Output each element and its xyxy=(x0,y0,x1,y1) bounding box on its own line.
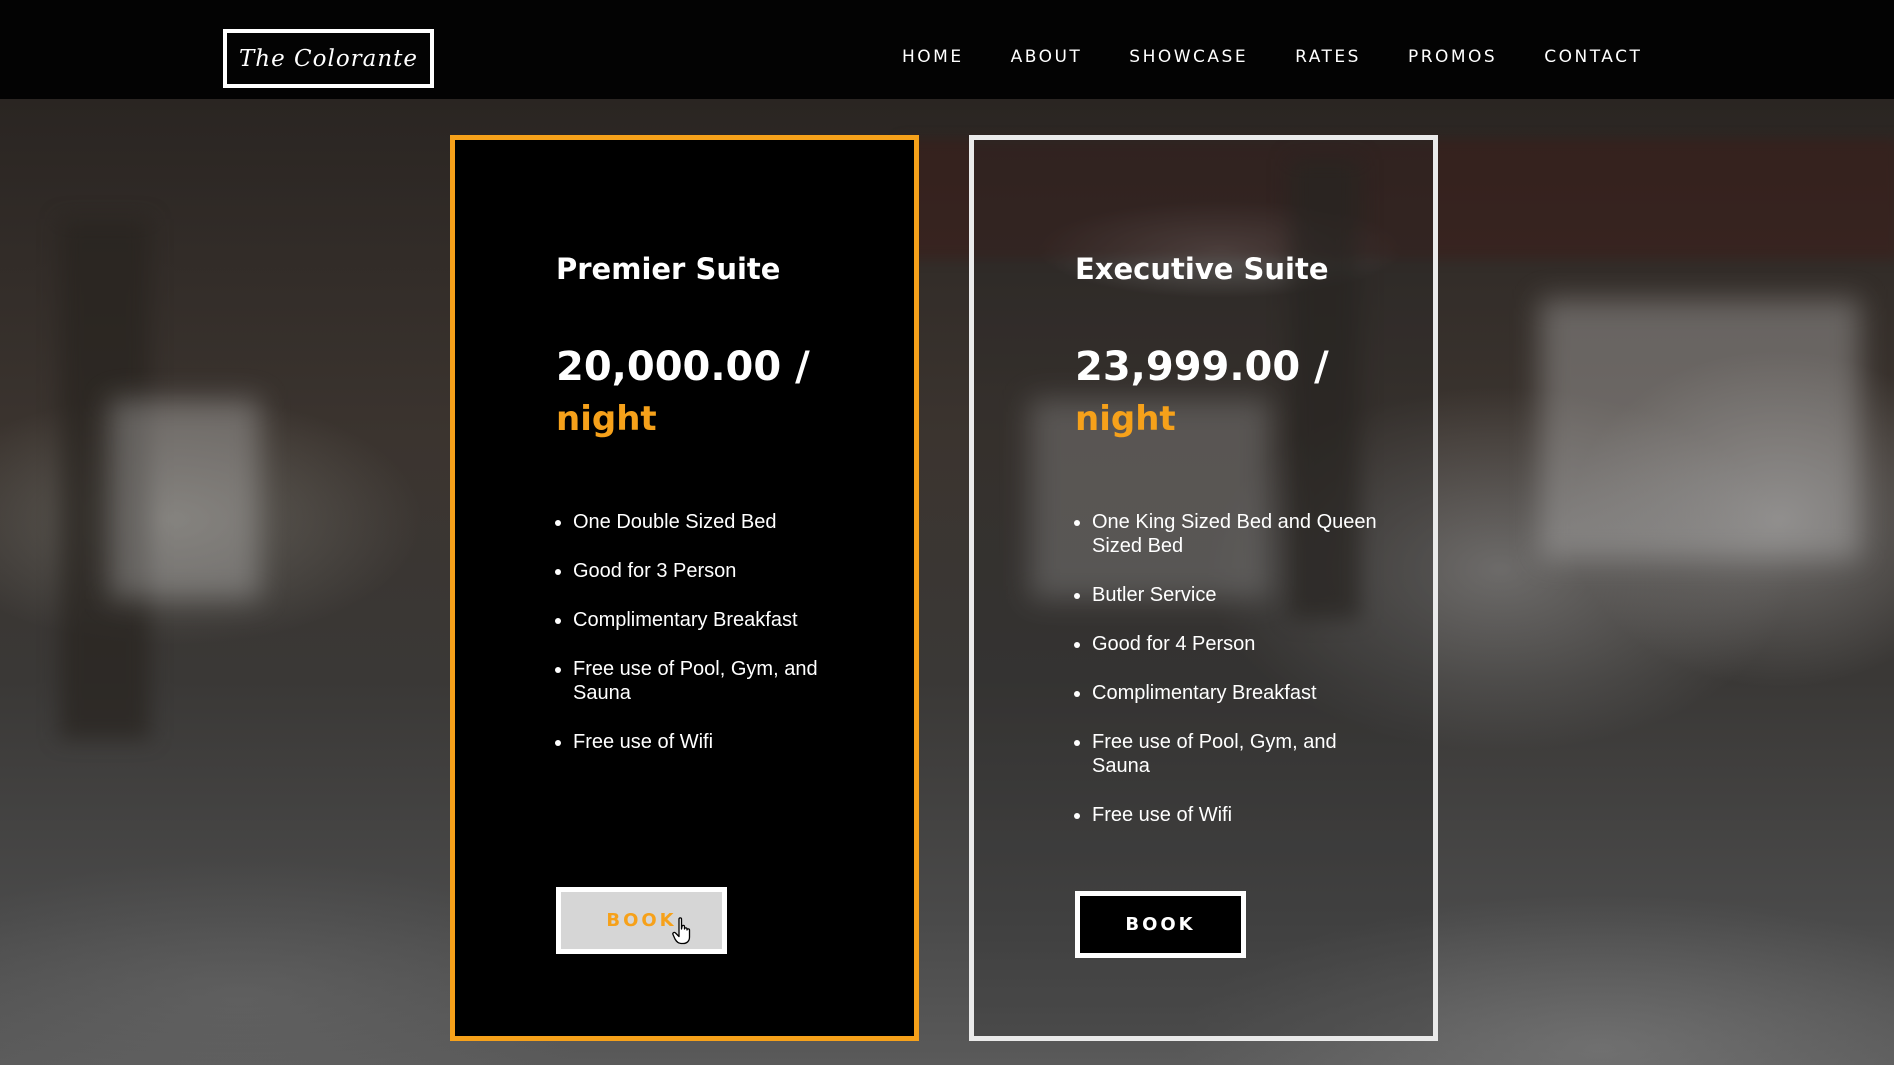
nav-about[interactable]: ABOUT xyxy=(1011,47,1083,67)
nav-promos[interactable]: PROMOS xyxy=(1408,47,1497,67)
card-title: Executive Suite xyxy=(1075,252,1329,286)
nav-contact[interactable]: CONTACT xyxy=(1544,47,1642,67)
price-amount: 23,999.00 / xyxy=(1075,344,1329,390)
price-amount: 20,000.00 / xyxy=(556,344,810,390)
main-nav: HOME ABOUT SHOWCASE RATES PROMOS CONTACT xyxy=(902,47,1642,67)
feature-list: One King Sized Bed and Queen Sized Bed B… xyxy=(1075,510,1392,852)
feature-item: Good for 4 Person xyxy=(1092,632,1392,656)
feature-list: One Double Sized Bed Good for 3 Person C… xyxy=(556,510,873,779)
book-button-premier[interactable]: BOOK xyxy=(556,887,727,954)
card-price: 20,000.00 / night xyxy=(556,341,810,445)
feature-item: Butler Service xyxy=(1092,583,1392,607)
feature-item: Complimentary Breakfast xyxy=(573,608,873,632)
nav-showcase[interactable]: SHOWCASE xyxy=(1129,47,1248,67)
site-logo[interactable]: The Colorante xyxy=(223,29,434,88)
background-image xyxy=(0,99,1894,1065)
price-unit: night xyxy=(1075,399,1176,439)
logo-text: The Colorante xyxy=(238,45,419,72)
hand-pointer-icon xyxy=(672,917,691,945)
feature-item: Free use of Pool, Gym, and Sauna xyxy=(1092,730,1392,778)
book-button-executive[interactable]: BOOK xyxy=(1075,891,1246,958)
card-price: 23,999.00 / night xyxy=(1075,341,1329,445)
executive-suite-card: Executive Suite 23,999.00 / night One Ki… xyxy=(969,135,1438,1041)
nav-rates[interactable]: RATES xyxy=(1295,47,1361,67)
top-navigation-bar: The Colorante HOME ABOUT SHOWCASE RATES … xyxy=(0,0,1894,99)
feature-item: Free use of Pool, Gym, and Sauna xyxy=(573,657,873,705)
feature-item: Free use of Wifi xyxy=(573,730,873,754)
feature-item: Complimentary Breakfast xyxy=(1092,681,1392,705)
feature-item: Free use of Wifi xyxy=(1092,803,1392,827)
card-title: Premier Suite xyxy=(556,252,781,286)
nav-home[interactable]: HOME xyxy=(902,47,964,67)
price-unit: night xyxy=(556,399,657,439)
premier-suite-card: Premier Suite 20,000.00 / night One Doub… xyxy=(450,135,919,1041)
feature-item: One Double Sized Bed xyxy=(573,510,873,534)
feature-item: One King Sized Bed and Queen Sized Bed xyxy=(1092,510,1392,558)
feature-item: Good for 3 Person xyxy=(573,559,873,583)
